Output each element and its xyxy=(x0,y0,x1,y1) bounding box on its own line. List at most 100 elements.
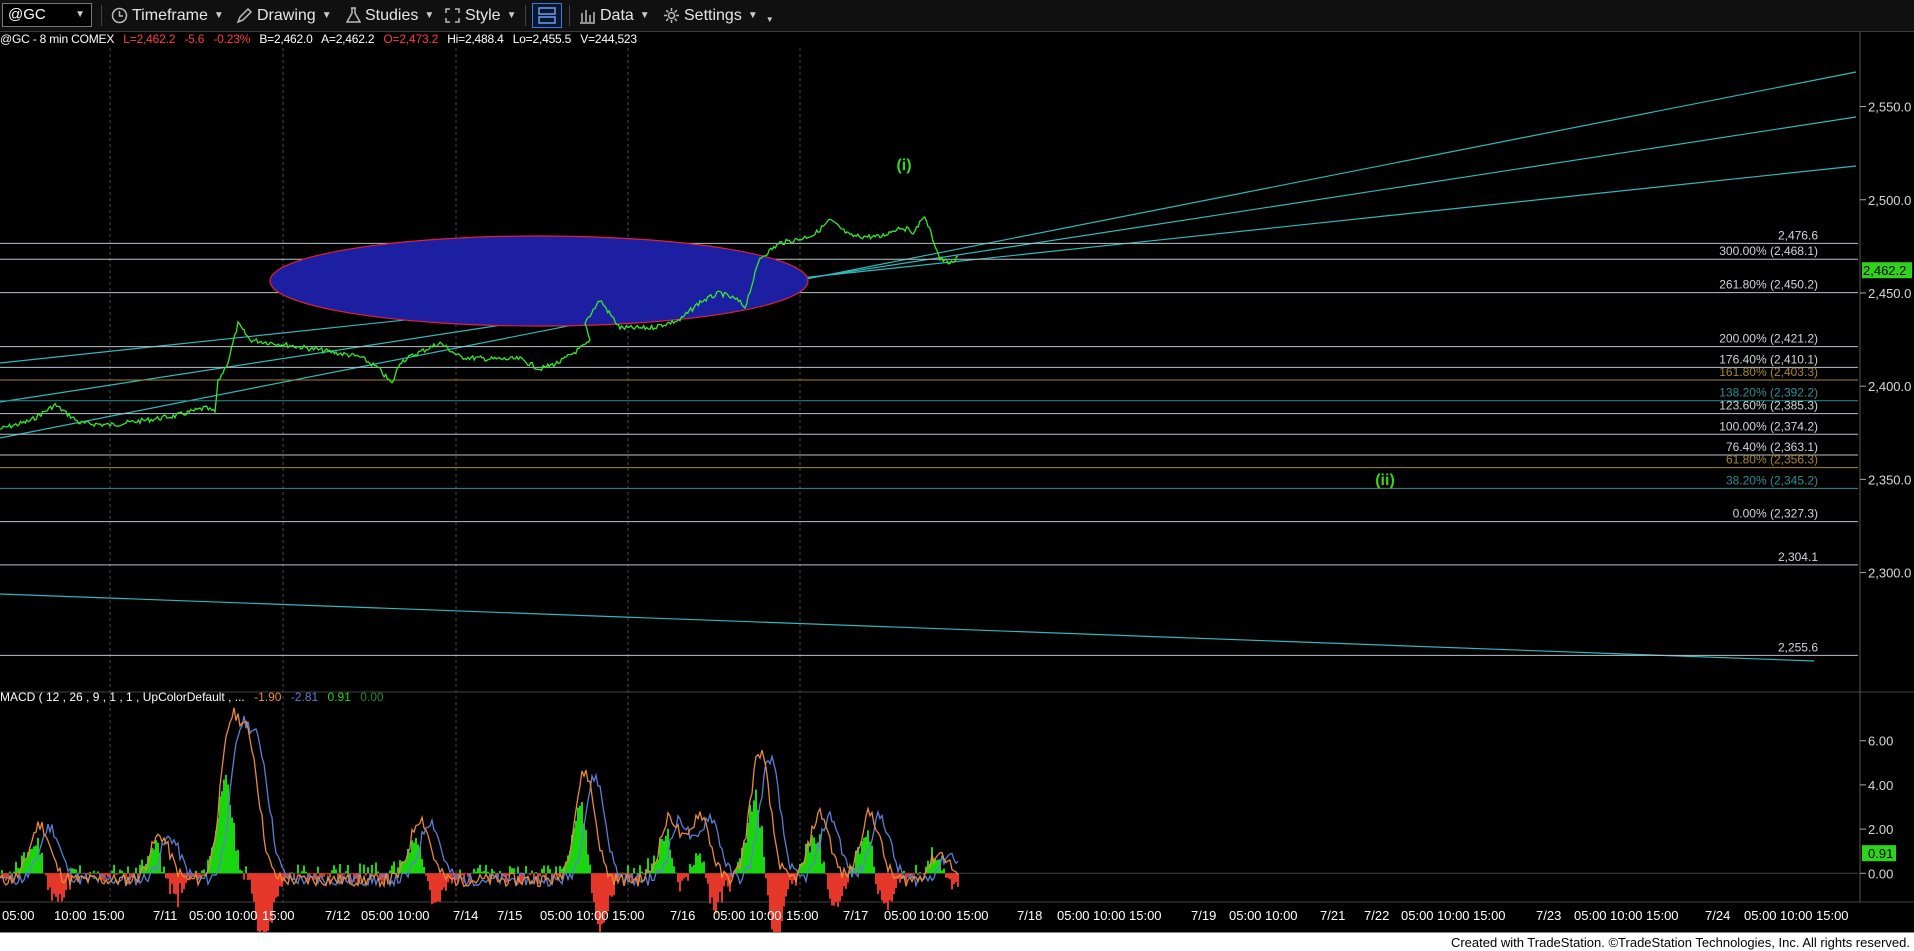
pencil-icon xyxy=(236,7,253,24)
time-axis-label: 15:00 xyxy=(1473,908,1506,923)
fib-level-label: 61.80% (2,356.3) xyxy=(1726,453,1818,467)
time-axis-label: 7/16 xyxy=(670,908,695,923)
open-price: O=2,473.2 xyxy=(383,32,439,46)
studies-label: Studies xyxy=(365,6,419,24)
gear-icon xyxy=(664,8,679,23)
time-axis-label: 15:00 xyxy=(956,908,989,923)
layout-icon xyxy=(538,7,556,24)
time-axis-label: 7/11 xyxy=(153,908,177,923)
style-menu[interactable]: Style ▼ xyxy=(444,4,516,27)
caret-down-icon: ▼ xyxy=(213,10,224,21)
time-axis-label: 05:00 xyxy=(1057,908,1090,923)
data-label: Data xyxy=(600,6,634,24)
macd-legend[interactable]: MACD ( 12 , 26 , 9 , 1 , 1 , UpColorDefa… xyxy=(0,690,390,704)
time-axis-label: 05:00 xyxy=(189,908,222,923)
timeframe-menu[interactable]: Timeframe ▼ xyxy=(111,4,224,27)
time-axis-label: 7/21 xyxy=(1320,908,1345,923)
data-menu[interactable]: Data ▼ xyxy=(579,4,650,27)
toolbar-divider xyxy=(525,5,526,26)
time-axis-label: 15:00 xyxy=(92,908,125,923)
caret-down-icon: ▼ xyxy=(321,10,332,21)
time-axis-label: 10:00 xyxy=(397,908,430,923)
high-price: Hi=2,488.4 xyxy=(447,32,504,46)
chart-toolbar: @GC ▼ Timeframe ▼ Drawing ▼ Studies ▼ St… xyxy=(0,0,1914,32)
style-label: Style xyxy=(465,6,501,24)
bid-price: B=2,462.0 xyxy=(259,32,313,46)
macd-axis[interactable]: 6.00 4.00 2.00 0.00 0.91 xyxy=(1860,734,1896,882)
clock-icon xyxy=(111,7,128,24)
macd-zero-value: 0.00 xyxy=(360,690,384,704)
pct-change: -0.23% xyxy=(213,32,251,46)
fib-level-label: 123.60% (2,385.3) xyxy=(1719,399,1818,413)
last-price: L=2,462.2 xyxy=(123,32,176,46)
footer-bar: Created with TradeStation. ©TradeStation… xyxy=(0,932,1914,951)
macd-value: -1.90 xyxy=(254,690,282,704)
time-axis-label: 15:00 xyxy=(1129,908,1162,923)
caret-down-icon: ▼ xyxy=(639,10,650,21)
macd-panel xyxy=(0,707,1858,932)
style-icon xyxy=(445,8,460,23)
settings-menu[interactable]: Settings ▼ ▼ xyxy=(663,4,774,27)
price-tick-label: 2,450.0 xyxy=(1868,286,1911,301)
fib-level-label: 100.00% (2,374.2) xyxy=(1719,419,1818,433)
time-axis-label: 05:00 xyxy=(1229,908,1262,923)
price-axis[interactable]: 2,550.0 2,500.0 2,450.0 2,400.0 2,350.0 2,300… xyxy=(1860,100,1912,581)
price-tick-label: 2,500.0 xyxy=(1868,193,1911,208)
channel-line xyxy=(0,165,1857,364)
time-axis-label: 05:00 xyxy=(713,908,746,923)
fib-level-label: 2,255.6 xyxy=(1778,640,1818,654)
net-change: -5.6 xyxy=(184,32,205,46)
time-axis-label: 10:00 xyxy=(1437,908,1470,923)
time-axis-label: 7/22 xyxy=(1364,908,1389,923)
fib-level-label: 2,476.6 xyxy=(1778,228,1818,242)
volume: V=244,523 xyxy=(580,32,637,46)
macd-tick-label: 2.00 xyxy=(1868,822,1893,837)
drawing-label: Drawing xyxy=(257,6,316,24)
time-axis-label: 15:00 xyxy=(1646,908,1679,923)
time-axis-label: 05:00 xyxy=(1574,908,1607,923)
layout-toggle-button[interactable] xyxy=(532,3,562,28)
time-axis-label: 7/23 xyxy=(1536,908,1561,923)
toolbar-divider xyxy=(101,5,102,26)
time-axis-label: 10:00 xyxy=(1093,908,1126,923)
trend-channel xyxy=(0,71,1857,662)
time-axis-label: 10:00 xyxy=(1265,908,1298,923)
ask-price: A=2,462.2 xyxy=(321,32,375,46)
time-axis-label: 10:00 xyxy=(919,908,952,923)
chevron-down-icon: ▼ xyxy=(75,9,85,20)
time-axis-label: 15:00 xyxy=(262,908,295,923)
time-axis-label: 7/12 xyxy=(325,908,350,923)
timeframe-label: Timeframe xyxy=(132,6,208,24)
time-axis-label: 15:00 xyxy=(786,908,819,923)
low-price: Lo=2,455.5 xyxy=(512,32,572,46)
toolbar-divider xyxy=(569,5,570,26)
studies-menu[interactable]: Studies ▼ xyxy=(346,4,434,27)
price-tick-label: 2,350.0 xyxy=(1868,472,1911,487)
symbol-input[interactable]: @GC ▼ xyxy=(2,3,92,27)
time-axis[interactable]: 05:00 10:00 15:00 7/11 05:00 10:00 15:00 7/12 05… xyxy=(2,908,1849,923)
price-chart[interactable]: 2,476.6 300.00% (2,468.1) 261.80% (2,450.2… xyxy=(0,32,1914,932)
time-axis-label: 7/24 xyxy=(1705,908,1730,923)
price-tick-label: 2,400.0 xyxy=(1868,379,1911,394)
target-zone-ellipse[interactable] xyxy=(269,235,809,327)
overflow-caret-icon[interactable]: ▼ xyxy=(766,15,774,24)
symbol-info: @GC - 8 min COMEX xyxy=(0,32,115,46)
price-tick-label: 2,550.0 xyxy=(1868,100,1911,115)
macd-signal-line xyxy=(0,715,959,889)
fib-level-label: 200.00% (2,421.2) xyxy=(1719,332,1818,346)
settings-label: Settings xyxy=(684,6,742,24)
time-axis-label: 7/14 xyxy=(453,908,478,923)
last-price-label: 2,462.2 xyxy=(1863,263,1906,278)
fib-level-label: 161.80% (2,403.3) xyxy=(1719,365,1818,379)
wave-label-i: (i) xyxy=(896,157,911,174)
symbol-status-line: @GC - 8 min COMEX L=2,462.2 -5.6 -0.23% … xyxy=(0,32,643,50)
time-axis-label: 7/18 xyxy=(1017,908,1042,923)
time-axis-label: 7/17 xyxy=(843,908,868,923)
time-axis-label: 10:00 xyxy=(749,908,782,923)
time-axis-label: 05:00 xyxy=(1744,908,1777,923)
caret-down-icon: ▼ xyxy=(424,10,435,21)
price-tick-label: 2,300.0 xyxy=(1868,566,1911,581)
time-axis-label: 10:00 xyxy=(225,908,258,923)
macd-diff-value: 0.91 xyxy=(327,690,351,704)
drawing-menu[interactable]: Drawing ▼ xyxy=(236,4,332,27)
